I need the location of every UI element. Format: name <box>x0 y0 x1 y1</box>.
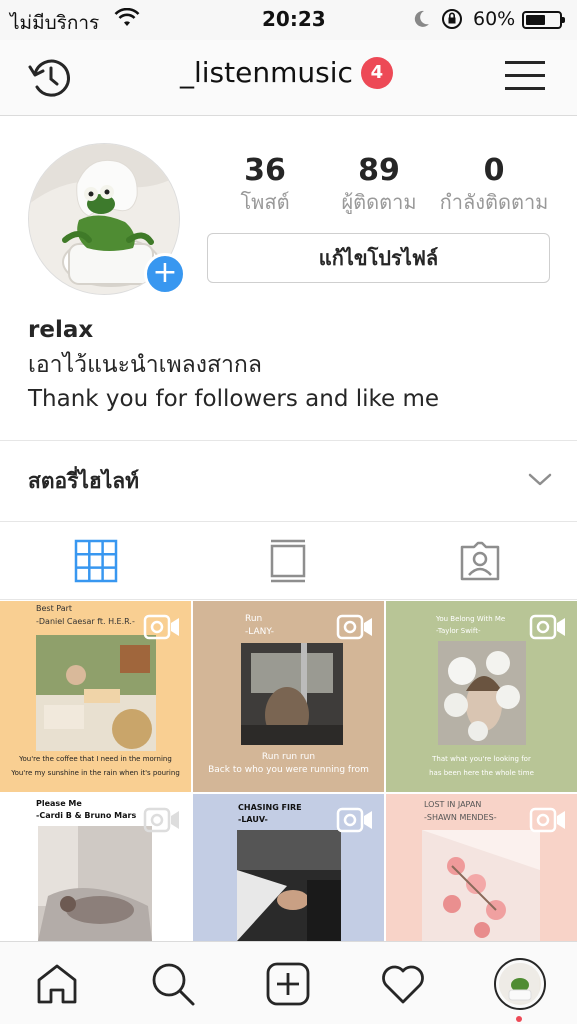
heart-icon[interactable] <box>379 960 427 1008</box>
profile-header: _listenmusic 4 <box>0 40 577 116</box>
activity-dot <box>516 1016 522 1022</box>
post-tile[interactable]: You Belong With Me -Taylor Swift- That w… <box>386 601 577 792</box>
post-photo <box>422 830 540 941</box>
post-photo <box>36 635 156 751</box>
post-caption-bottom: has been here the whole time <box>429 769 534 777</box>
grid-icon[interactable] <box>74 539 118 583</box>
bio-line: เอาไว้แนะนำเพลงสากล <box>28 352 262 378</box>
video-icon <box>143 807 181 833</box>
status-bar: ไม่มีบริการ 20:23 60% <box>0 0 577 40</box>
video-icon <box>336 807 374 833</box>
following-stat[interactable]: 0 กำลังติดตาม <box>434 154 554 216</box>
bio-line: Thank you for followers and like me <box>28 386 440 412</box>
post-tile[interactable]: CHASING FIRE -LAUV- <box>193 794 384 941</box>
bio: relax เอาไว้แนะนำเพลงสากล Thank you for … <box>28 312 439 416</box>
wifi-icon <box>114 7 140 33</box>
list-view-icon[interactable] <box>266 539 310 583</box>
history-icon[interactable] <box>26 54 74 102</box>
post-photo <box>438 641 526 745</box>
post-caption-bottom: Back to who you were running from <box>208 765 369 775</box>
video-icon <box>529 807 567 833</box>
battery-icon <box>522 11 565 29</box>
posts-label: โพสต์ <box>240 190 290 214</box>
profile-name: relax <box>28 317 94 343</box>
post-photo <box>237 830 341 941</box>
rotation-lock-icon <box>440 7 464 36</box>
battery-percent: 60% <box>473 8 516 30</box>
profile-avatar-wrap[interactable]: + <box>28 143 186 295</box>
video-icon <box>336 614 374 640</box>
followers-label: ผู้ติดตาม <box>341 190 417 214</box>
carrier-label: ไม่มีบริการ <box>10 12 100 34</box>
video-icon <box>143 614 181 640</box>
add-post-icon[interactable] <box>264 960 312 1008</box>
post-caption-bottom: Run run run <box>261 752 316 762</box>
post-caption-bottom: That what you're looking for <box>432 755 531 763</box>
edit-profile-button[interactable]: แก้ไขโปรไฟล์ <box>207 233 550 283</box>
followers-count: 89 <box>358 153 400 188</box>
post-photo <box>241 643 343 745</box>
username: _listenmusic <box>180 56 353 89</box>
post-photo <box>38 826 152 941</box>
post-tile[interactable]: Best Part -Daniel Caesar ft. H.E.R.- You… <box>0 601 191 792</box>
clock: 20:23 <box>262 7 326 31</box>
chevron-down-icon[interactable] <box>526 469 554 491</box>
post-caption-bottom: You're the coffee that I need in the mor… <box>19 755 172 763</box>
menu-icon[interactable] <box>505 59 545 93</box>
moon-icon <box>412 9 430 34</box>
avatar-thumbnail <box>499 963 541 1005</box>
following-count: 0 <box>483 153 505 188</box>
battery-fill <box>526 15 546 25</box>
bottom-tab-bar <box>0 941 577 1024</box>
tagged-icon[interactable] <box>458 539 502 583</box>
home-icon[interactable] <box>33 960 81 1008</box>
notification-badge: 4 <box>360 56 393 89</box>
following-label: กำลังติดตาม <box>439 190 549 214</box>
posts-stat: 36 โพสต์ <box>236 154 294 216</box>
story-highlights[interactable]: สตอรี่ไฮไลท์ <box>0 440 577 522</box>
profile-tabs <box>0 522 577 600</box>
add-story-button[interactable]: + <box>144 253 186 295</box>
profile-tab-avatar[interactable] <box>494 958 546 1010</box>
post-tile[interactable]: Please Me -Cardi B & Bruno Mars <box>0 794 191 941</box>
followers-stat[interactable]: 89 ผู้ติดตาม <box>333 154 425 216</box>
highlights-title: สตอรี่ไฮไลท์ <box>28 469 139 493</box>
search-icon[interactable] <box>149 960 197 1008</box>
username-switcher[interactable]: _listenmusic 4 <box>180 56 393 89</box>
post-tile[interactable]: Run -LANY- Run run run Back to who you w… <box>193 601 384 792</box>
post-caption-bottom: You're my sunshine in the rain when it's… <box>11 769 180 777</box>
post-tile[interactable]: LOST IN JAPAN -SHAWN MENDES- <box>386 794 577 941</box>
video-icon <box>529 614 567 640</box>
posts-count: 36 <box>244 153 286 188</box>
